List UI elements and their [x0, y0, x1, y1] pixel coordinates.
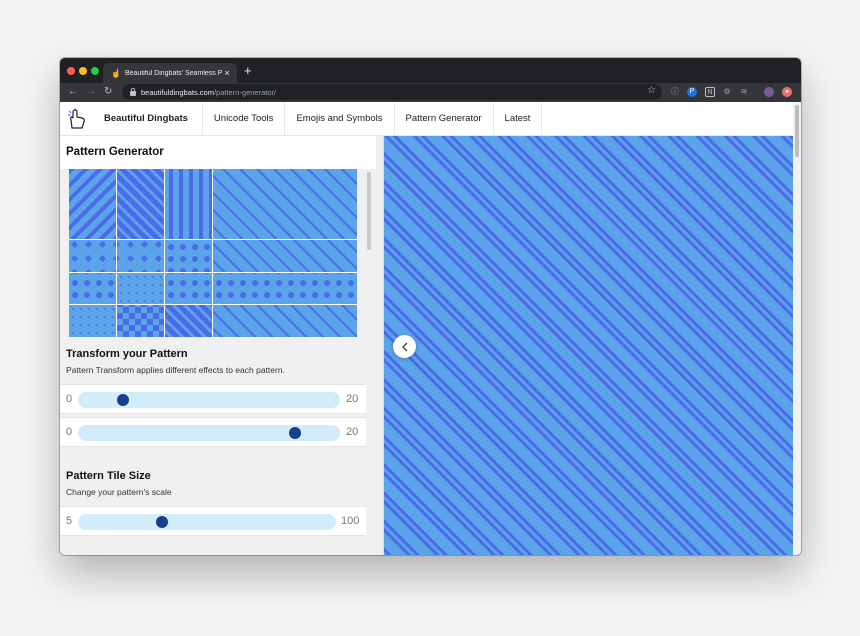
nav-link-unicode-tools[interactable]: Unicode Tools: [203, 113, 285, 124]
pattern-gallery: [69, 169, 357, 337]
pattern-tile-12[interactable]: [213, 273, 357, 304]
slider-max-label: 20: [346, 426, 359, 438]
extension-record-icon[interactable]: ●: [782, 87, 792, 97]
extension-p-icon[interactable]: P: [687, 87, 697, 97]
tile-size-description: Change your pattern's scale: [66, 487, 172, 497]
pattern-tile-7[interactable]: [165, 240, 212, 272]
pattern-tile-8[interactable]: [213, 240, 357, 272]
lock-icon: [130, 88, 136, 96]
maximize-window-button[interactable]: [91, 67, 99, 75]
transform-slider-1[interactable]: [78, 392, 340, 408]
extension-layers-icon[interactable]: ≋: [739, 87, 749, 97]
extension-n-icon[interactable]: N: [705, 87, 715, 97]
url-host: beautifuldingbats.com: [141, 87, 214, 97]
reload-icon[interactable]: ↻: [104, 86, 112, 98]
site-nav: Beautiful Dingbats Unicode Tools Emojis …: [60, 101, 793, 136]
pattern-tile-6[interactable]: [117, 240, 164, 272]
pattern-tile-5[interactable]: [69, 240, 116, 272]
pattern-tile-10[interactable]: [117, 273, 164, 304]
minimize-window-button[interactable]: [79, 67, 87, 75]
info-extension-icon[interactable]: ⓘ: [670, 87, 680, 97]
pattern-tile-9[interactable]: [69, 273, 116, 304]
hand-pointer-icon: ☝: [111, 68, 121, 78]
panel-title: Pattern Generator: [60, 136, 376, 169]
tab-close-icon[interactable]: ×: [222, 68, 232, 78]
tile-size-heading: Pattern Tile Size: [66, 470, 151, 482]
nav-divider: [541, 101, 543, 136]
slider-min-label: 0: [66, 393, 73, 405]
slider-knob[interactable]: [156, 516, 169, 528]
tab-strip: ☝ Beautiful Dingbats' Seamless Pa × +: [60, 58, 801, 83]
transform-heading: Transform your Pattern: [66, 348, 188, 360]
page-scrollbar-thumb[interactable]: [795, 105, 799, 157]
pattern-tile-3[interactable]: [165, 169, 212, 239]
pattern-tile-13[interactable]: [69, 305, 116, 337]
nav-link-emojis-symbols[interactable]: Emojis and Symbols: [285, 113, 393, 124]
chevron-left-icon: [401, 342, 407, 351]
pattern-preview: [384, 136, 793, 555]
pattern-tile-15[interactable]: [165, 305, 212, 337]
pattern-tile-4[interactable]: [213, 169, 357, 239]
nav-link-latest[interactable]: Latest: [494, 113, 542, 124]
tab-title: Beautiful Dingbats' Seamless Pa: [124, 69, 222, 77]
browser-toolbar: ← → ↻ beautifuldingbats.com/pattern-gene…: [60, 83, 801, 102]
pattern-tile-16[interactable]: [213, 305, 357, 337]
profile-avatar[interactable]: [764, 87, 774, 97]
transform-slider-row-1: 0 20: [60, 384, 366, 414]
page-scrollbar[interactable]: [793, 102, 801, 555]
tile-size-slider[interactable]: [78, 514, 336, 530]
collapse-panel-button[interactable]: [393, 335, 416, 358]
slider-min-label: 0: [66, 426, 73, 438]
panel-scrollbar-thumb[interactable]: [367, 172, 371, 250]
slider-min-label: 5: [66, 515, 73, 527]
browser-tab[interactable]: ☝ Beautiful Dingbats' Seamless Pa ×: [103, 63, 237, 83]
transform-slider-row-2: 0 20: [60, 417, 366, 447]
pattern-tile-11[interactable]: [165, 273, 212, 304]
star-icon[interactable]: ☆: [647, 85, 656, 96]
address-bar[interactable]: beautifuldingbats.com/pattern-generator/…: [122, 84, 662, 100]
extension-gear-icon[interactable]: ⚙: [722, 87, 732, 97]
arrow-right-icon[interactable]: →: [86, 86, 96, 98]
settings-panel: Pattern Generator Transform your Pattern…: [60, 136, 383, 555]
arrow-left-icon[interactable]: ←: [68, 86, 78, 98]
brand-link[interactable]: Beautiful Dingbats: [102, 113, 202, 124]
slider-knob[interactable]: [289, 427, 302, 439]
transform-slider-2[interactable]: [78, 425, 340, 441]
close-window-button[interactable]: [67, 67, 75, 75]
slider-max-label: 20: [346, 393, 359, 405]
transform-description: Pattern Transform applies different effe…: [66, 365, 285, 375]
new-tab-button[interactable]: +: [244, 63, 252, 79]
hand-logo-icon[interactable]: [66, 107, 88, 130]
url-path: /pattern-generator/: [213, 87, 277, 97]
slider-knob[interactable]: [116, 394, 129, 406]
panel-scrollbar[interactable]: [366, 172, 372, 552]
tile-size-slider-row: 5 100: [60, 506, 366, 536]
pattern-tile-1[interactable]: [69, 169, 116, 239]
pattern-tile-2[interactable]: [117, 169, 164, 239]
browser-window: ☝ Beautiful Dingbats' Seamless Pa × + ← …: [60, 58, 801, 555]
pattern-tile-14[interactable]: [117, 305, 164, 337]
slider-max-label: 100: [341, 515, 360, 527]
nav-link-pattern-generator[interactable]: Pattern Generator: [395, 113, 493, 124]
